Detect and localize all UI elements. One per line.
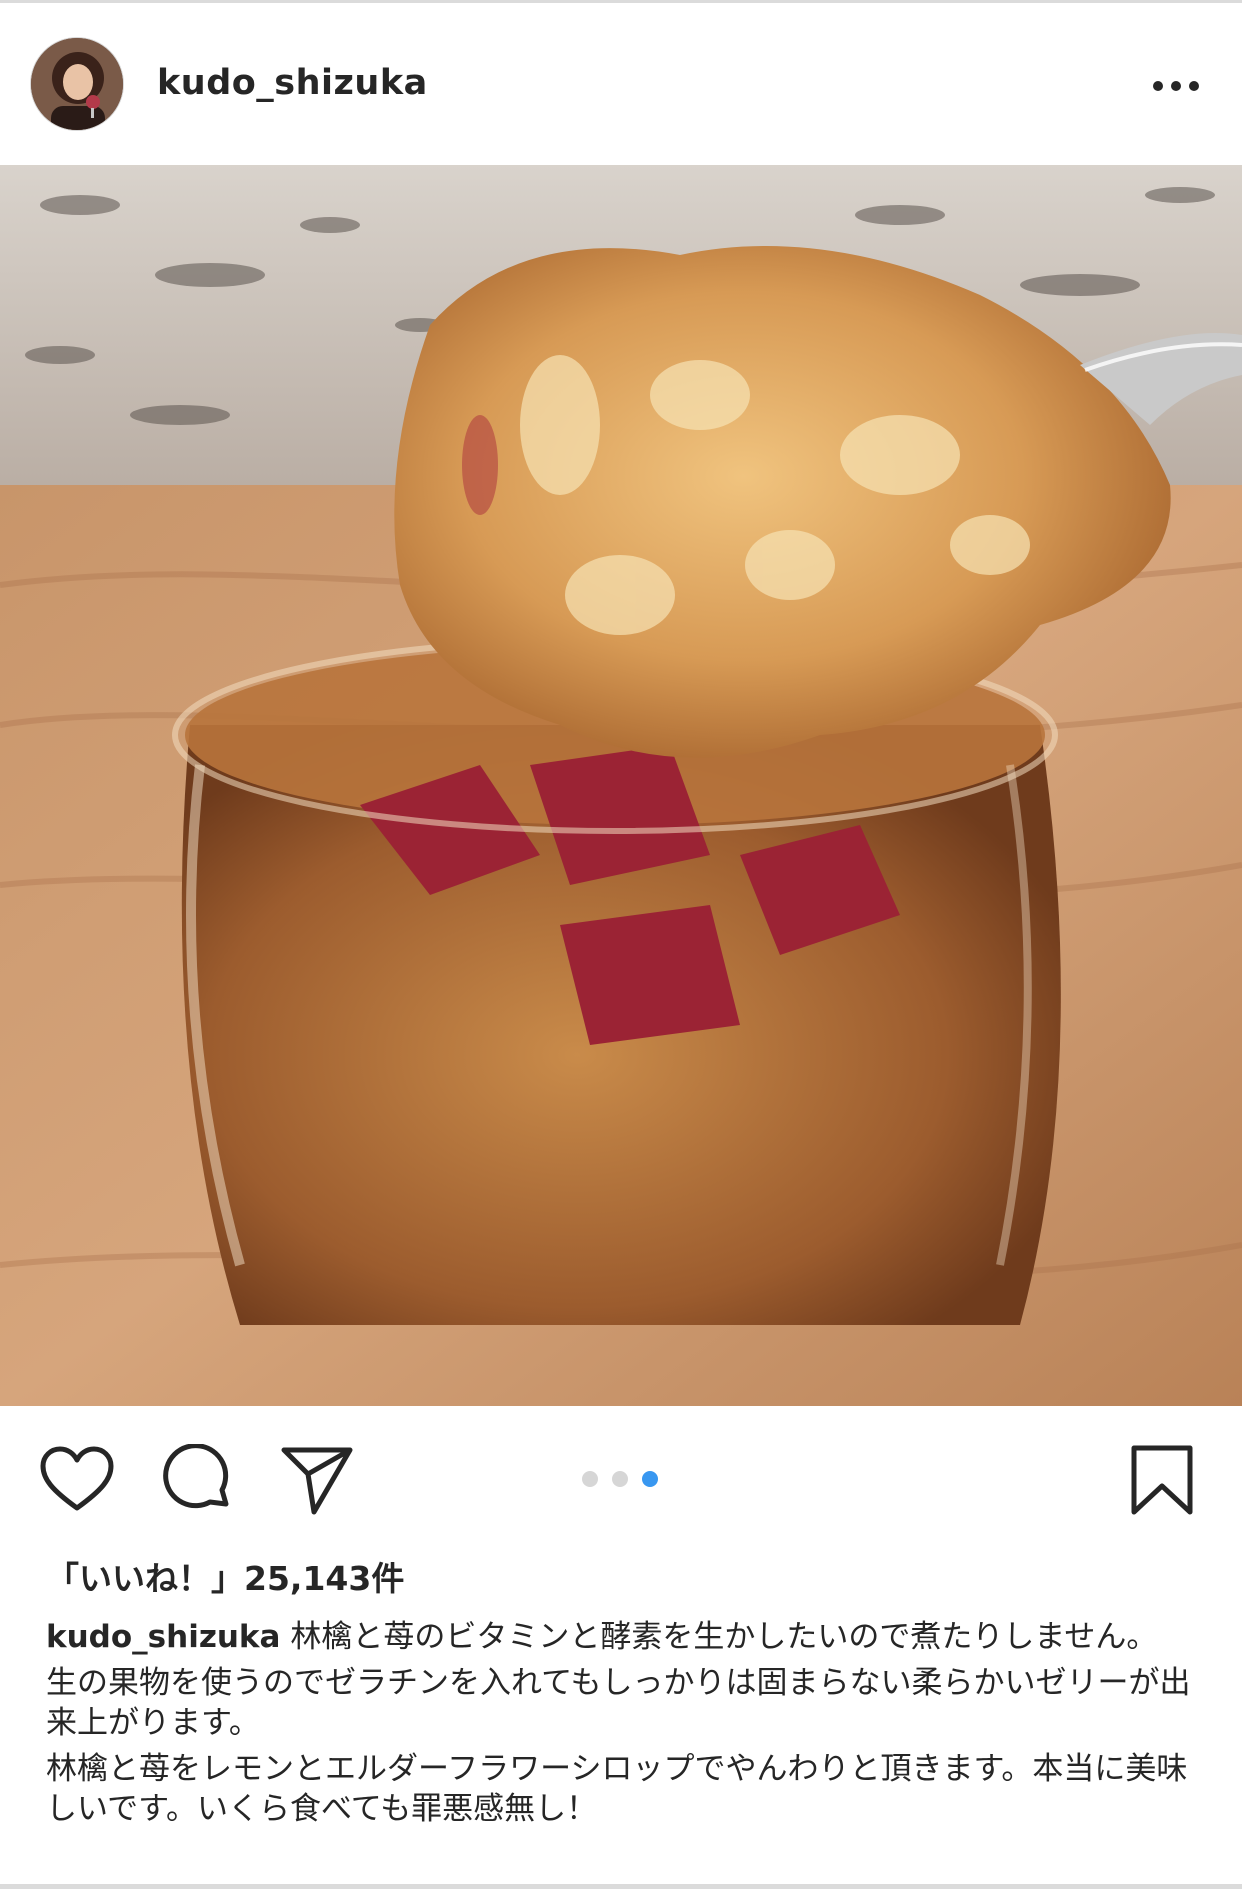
caption-line-3: 林檎と苺をレモンとエルダーフラワーシロップでやんわりと頂きます。本当に美味しいで… — [46, 1751, 1188, 1827]
post-header: kudo_shizuka — [0, 3, 1242, 165]
comment-button[interactable] — [162, 1443, 234, 1520]
photo-apple-strawberry-jelly-icon — [0, 165, 1242, 1406]
header-username[interactable]: kudo_shizuka — [157, 63, 428, 103]
post-photo[interactable] — [0, 165, 1242, 1406]
more-options-icon — [1153, 81, 1199, 91]
carousel-indicator — [582, 1470, 662, 1488]
heart-icon — [40, 1446, 114, 1511]
share-button[interactable] — [280, 1444, 354, 1520]
paper-plane-icon — [281, 1447, 353, 1515]
save-button[interactable] — [1130, 1444, 1194, 1520]
caption-line-2: 生の果物を使うのでゼラチンを入れてもしっかりは固まらない柔らかいゼリーが出来上が… — [46, 1665, 1191, 1741]
caption-username[interactable]: kudo_shizuka — [46, 1619, 280, 1655]
caption-line-1: kudo_shizuka 林檎と苺のビタミンと酵素を生かしたいので煮たりしません… — [46, 1617, 1206, 1657]
carousel-dot — [582, 1471, 598, 1487]
bookmark-icon — [1131, 1445, 1193, 1515]
like-count[interactable]: 「いいね！」25,143件 — [46, 1552, 404, 1600]
comment-bubble-icon — [163, 1443, 229, 1509]
more-options-button[interactable] — [1140, 63, 1212, 109]
bottom-divider — [0, 1884, 1242, 1889]
post-caption: kudo_shizuka 林檎と苺のビタミンと酵素を生かしたいので煮たりしません… — [46, 1617, 1206, 1835]
avatar[interactable] — [30, 37, 124, 131]
carousel-dot-active — [642, 1471, 658, 1487]
carousel-dot — [612, 1471, 628, 1487]
caption-text-1: 林檎と苺のビタミンと酵素を生かしたいので煮たりしません。 — [290, 1619, 1158, 1655]
like-button[interactable] — [40, 1446, 114, 1516]
